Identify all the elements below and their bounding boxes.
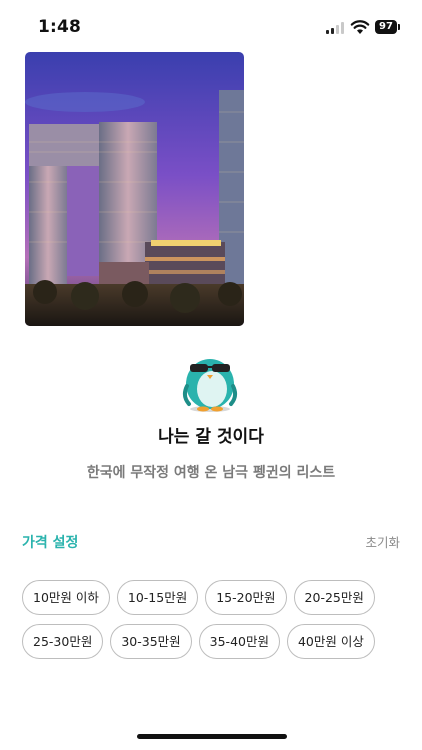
price-chip-30-35[interactable]: 30-35만원: [110, 624, 192, 659]
reset-button[interactable]: 초기화: [365, 532, 400, 551]
price-chip-20-25[interactable]: 20-25만원: [293, 580, 375, 615]
battery-cap: [398, 24, 400, 30]
wifi-icon: [350, 19, 370, 35]
battery-icon: 97: [375, 20, 397, 34]
price-options-row: 25-30만원 30-35만원 35-40만원 40만원 이상: [22, 624, 402, 659]
home-indicator[interactable]: [137, 734, 287, 739]
penguin-mascot-icon: [181, 348, 239, 412]
price-chip-25-30[interactable]: 25-30만원: [22, 624, 104, 659]
status-time: 1:48: [38, 17, 82, 37]
price-chip-10-15[interactable]: 10-15만원: [116, 580, 199, 615]
price-chip-over-40[interactable]: 40만원 이상: [286, 624, 375, 659]
profile-title: 나는 갈 것이다: [158, 427, 264, 447]
status-bar: 1:48 97: [0, 0, 422, 52]
price-chip-35-40[interactable]: 35-40만원: [198, 624, 280, 659]
price-filter-label: 가격 설정: [22, 535, 79, 551]
price-chip-15-20[interactable]: 15-20만원: [205, 580, 287, 615]
hotel-photo: [25, 52, 244, 326]
price-options: 10만원 이하 10-15만원 15-20만원 20-25만원 25-30만원 …: [22, 580, 402, 668]
cellular-signal-icon: [326, 22, 346, 34]
price-chip-under-10[interactable]: 10만원 이하: [22, 580, 110, 615]
price-options-row: 10만원 이하 10-15만원 15-20만원 20-25만원: [22, 580, 402, 615]
profile-subtitle: 한국에 무작정 여행 온 남극 펭귄의 리스트: [86, 465, 336, 481]
